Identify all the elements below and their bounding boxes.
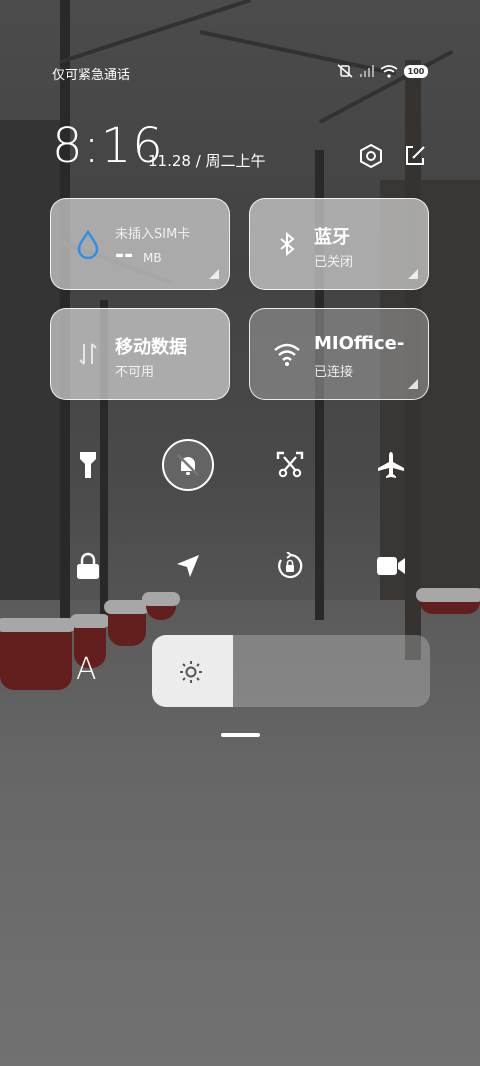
flashlight-icon	[80, 452, 96, 478]
wifi-status: 已连接	[314, 365, 354, 380]
mute-bell-icon	[177, 454, 199, 476]
airplane-toggle[interactable]	[365, 439, 417, 491]
video-camera-icon	[377, 557, 405, 575]
rotation-lock-toggle[interactable]	[264, 540, 316, 592]
settings-icon[interactable]	[358, 143, 384, 169]
battery-icon: 100	[404, 64, 428, 78]
location-toggle[interactable]	[162, 540, 214, 592]
date-text: 11.28 / 周二上午	[148, 152, 266, 170]
tile-expand-corner	[209, 269, 219, 279]
sun-icon	[180, 661, 202, 683]
data-usage-unit: MB	[143, 251, 162, 265]
mobile-data-label: 移动数据	[115, 337, 187, 358]
airplane-icon	[378, 452, 404, 478]
vibrate-off-icon	[337, 64, 353, 78]
water-drop-icon	[77, 229, 99, 259]
bluetooth-label: 蓝牙	[314, 227, 350, 248]
edit-icon[interactable]	[402, 143, 428, 169]
rotation-lock-icon	[278, 552, 303, 579]
lock-screen-toggle[interactable]	[62, 540, 114, 592]
status-bar: 仅可紧急通话 100	[52, 64, 428, 84]
auto-brightness-icon[interactable]: A	[76, 652, 97, 687]
signal-icon	[360, 65, 374, 77]
mute-toggle[interactable]	[162, 439, 214, 491]
bluetooth-tile[interactable]: 蓝牙 已关闭	[249, 198, 429, 290]
brightness-slider[interactable]	[152, 635, 430, 707]
wifi-icon	[274, 343, 300, 366]
tile-expand-corner	[408, 269, 418, 279]
drag-handle[interactable]	[221, 733, 260, 737]
wifi-tile[interactable]: MIOffice- 已连接	[249, 308, 429, 400]
wifi-status-icon	[380, 64, 398, 78]
bluetooth-icon	[280, 231, 295, 257]
flashlight-toggle[interactable]	[62, 439, 114, 491]
location-icon	[177, 555, 199, 577]
sim-status-label: 未插入SIM卡	[115, 227, 191, 242]
bluetooth-status: 已关闭	[314, 255, 354, 270]
wifi-network-name: MIOffice-	[314, 333, 405, 354]
data-usage-tile[interactable]: 未插入SIM卡 -- MB	[50, 198, 230, 290]
data-usage-value: --	[115, 243, 134, 268]
status-icons: 100	[336, 64, 428, 78]
lock-icon	[77, 552, 99, 579]
mobile-data-tile[interactable]: 移动数据 不可用	[50, 308, 230, 400]
mobile-data-status: 不可用	[115, 365, 155, 380]
screen-record-toggle[interactable]	[365, 540, 417, 592]
mobile-data-icon	[79, 343, 97, 365]
screenshot-toggle[interactable]	[264, 439, 316, 491]
tile-expand-corner	[408, 379, 418, 389]
screenshot-icon	[276, 451, 304, 478]
carrier-text: 仅可紧急通话	[52, 68, 131, 83]
